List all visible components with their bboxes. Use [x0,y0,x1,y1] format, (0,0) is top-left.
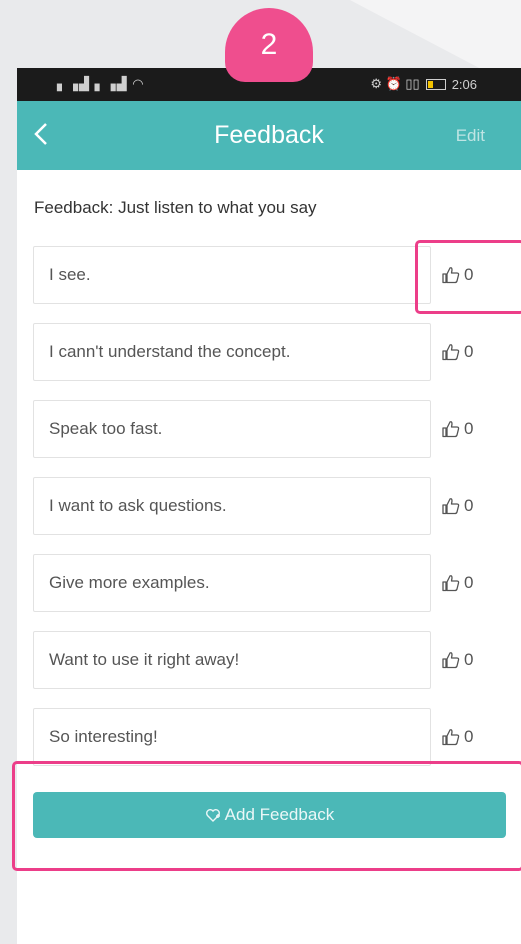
feedback-item[interactable]: I see. [33,246,431,304]
feedback-item-text: I see. [49,265,91,284]
like-count: 0 [464,727,474,746]
feedback-item[interactable]: Want to use it right away! [33,631,431,689]
feedback-item[interactable]: Speak too fast. [33,400,431,458]
like-count: 0 [464,342,474,361]
feedback-item-text: Want to use it right away! [49,650,240,669]
thumbs-up-icon [442,575,460,592]
status-icons: ⚙ ⏰ ▯▯ [370,76,420,91]
signal-wifi-indicators: ▖▗▟ ▖▗▟ ◠ [57,76,145,91]
like-button[interactable]: 0 [441,568,501,598]
thumbs-up-icon [442,344,460,361]
thumbs-up-icon [442,498,460,515]
nav-bar: Feedback Edit [17,101,521,170]
page-title: Feedback [214,121,324,149]
like-count: 0 [464,573,474,592]
feedback-item[interactable]: So interesting! [33,708,431,766]
feedback-item-text: Give more examples. [49,573,210,592]
feedback-item-text: I cann't understand the concept. [49,342,291,361]
like-button[interactable]: 0 [441,722,501,752]
edit-button[interactable]: Edit [456,126,485,146]
feedback-item[interactable]: Give more examples. [33,554,431,612]
like-button[interactable]: 0 [441,414,501,444]
feedback-item-text: So interesting! [49,727,158,746]
feedback-subtitle: Feedback: Just listen to what you say [34,198,317,217]
status-right: ⚙ ⏰ ▯▯ 2:06 [370,76,477,92]
battery-icon [425,78,446,90]
feedback-item-text: Speak too fast. [49,419,163,438]
highlight-add-button-box [12,761,521,871]
feedback-item[interactable]: I want to ask questions. [33,477,431,535]
like-count: 0 [464,650,474,669]
like-button[interactable]: 0 [441,491,501,521]
feedback-item[interactable]: I cann't understand the concept. [33,323,431,381]
thumbs-up-icon [442,652,460,669]
like-button[interactable]: 0 [441,337,501,367]
feedback-item-text: I want to ask questions. [49,496,227,515]
thumbs-up-icon [442,729,460,746]
like-count: 0 [464,496,474,515]
like-button[interactable]: 0 [441,645,501,675]
like-count: 0 [464,419,474,438]
highlight-like-box [415,240,521,314]
thumbs-up-icon [442,421,460,438]
status-time: 2:06 [451,76,477,92]
